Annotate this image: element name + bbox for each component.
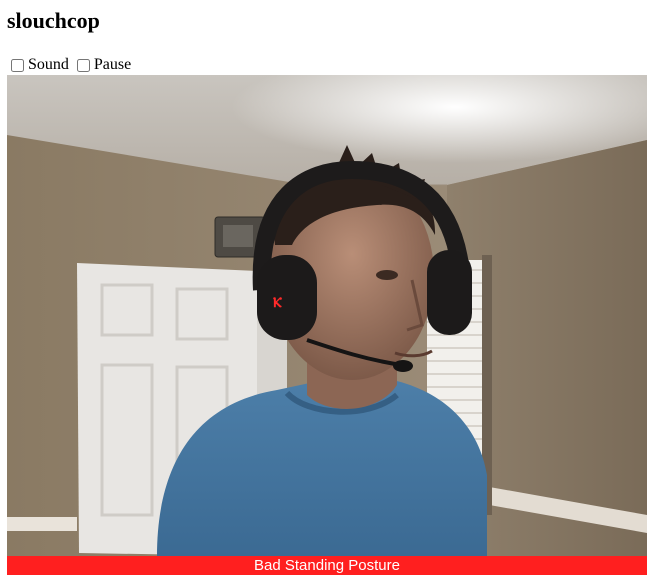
pause-toggle[interactable]: Pause [73,56,131,74]
page-title: slouchcop [7,8,100,33]
sound-checkbox[interactable] [11,58,24,72]
webcam-frame-illustration: Ⲕ [7,75,647,556]
sound-label: Sound [28,56,69,73]
posture-status-bar: Bad Standing Posture [7,556,647,575]
webcam-video: Ⲕ [7,75,647,556]
svg-text:Ⲕ: Ⲕ [273,294,282,310]
pause-checkbox[interactable] [76,58,90,72]
sound-toggle[interactable]: Sound [7,56,69,74]
controls-bar: Sound Pause [7,55,135,75]
pause-label: Pause [93,56,132,73]
